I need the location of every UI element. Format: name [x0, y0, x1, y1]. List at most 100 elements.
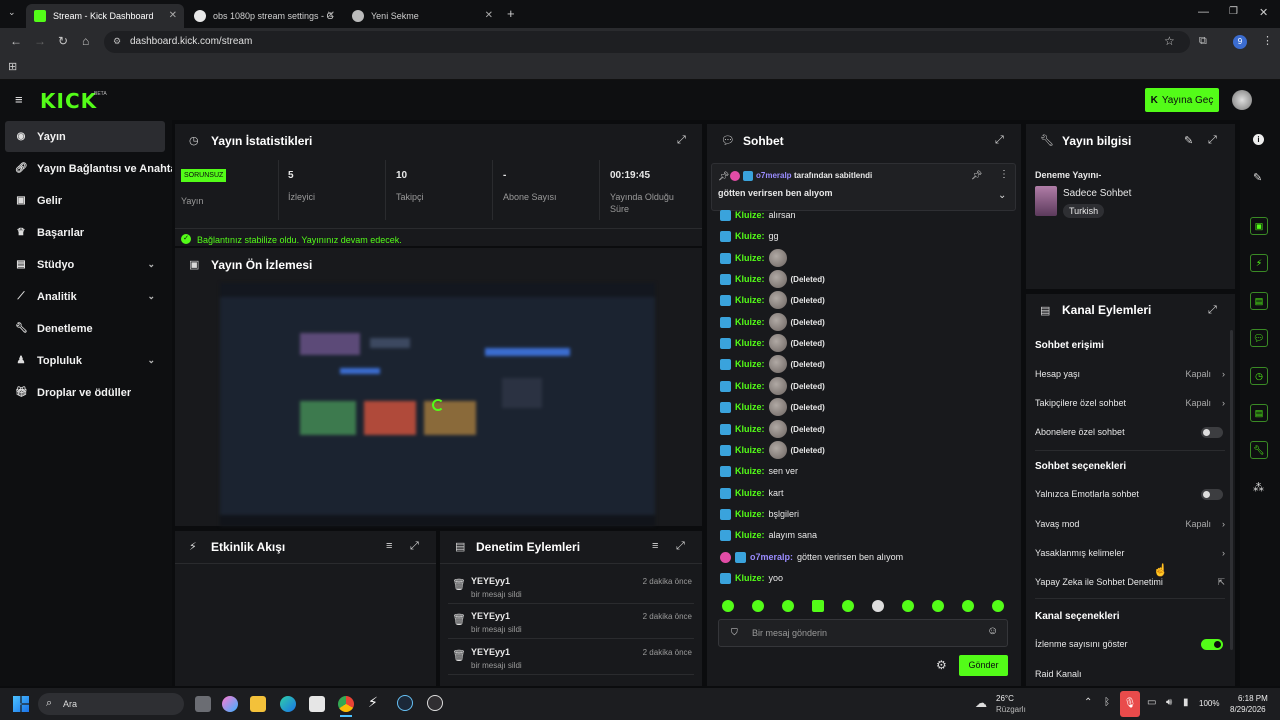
forward-arrow-icon[interactable]: →: [34, 34, 46, 48]
rail-chat-button[interactable]: 💬︎: [1250, 329, 1268, 347]
more-menu-icon[interactable]: ⋮: [999, 169, 1009, 180]
scrollbar[interactable]: [1230, 330, 1233, 650]
chat-message[interactable]: Kluize: (Deleted): [720, 420, 825, 438]
chat-message[interactable]: Kluize: (Deleted): [720, 398, 825, 416]
sidebar-item-community[interactable]: ♟ Topluluk ⌄: [5, 345, 165, 376]
kick-app-icon[interactable]: ⚡︎: [368, 694, 378, 711]
emote-icon[interactable]: [872, 600, 884, 612]
clock-time[interactable]: 6:18 PM: [1238, 694, 1268, 703]
chat-username[interactable]: Kluize:: [735, 253, 765, 263]
account-age-setting[interactable]: Hesap yaşı Kapalı ›: [1035, 366, 1225, 382]
chat-username[interactable]: Kluize:: [735, 530, 765, 540]
show-views-setting[interactable]: İzlenme sayısını göster: [1035, 636, 1225, 652]
sidebar-item-moderation[interactable]: 🔧︎ Denetleme: [5, 313, 165, 344]
weather-icon[interactable]: ☁: [975, 696, 987, 710]
kick-logo[interactable]: KICK: [40, 89, 97, 113]
chat-message[interactable]: Kluize: yoo: [720, 569, 783, 587]
emote-icon[interactable]: [932, 600, 944, 612]
taskbar-search[interactable]: ⌕ Ara: [38, 693, 184, 715]
clock-date[interactable]: 8/29/2026: [1230, 705, 1266, 714]
bluetooth-icon[interactable]: ᛒ: [1104, 697, 1110, 708]
network-icon[interactable]: ▭: [1147, 697, 1156, 708]
emote-icon[interactable]: [842, 600, 854, 612]
hamburger-menu-icon[interactable]: ≡: [15, 92, 23, 107]
task-view-icon[interactable]: [195, 696, 211, 712]
category-name[interactable]: Sadece Sohbet: [1063, 188, 1131, 199]
bookmark-star-icon[interactable]: ☆: [1164, 34, 1175, 48]
chat-username[interactable]: o7meralp:: [750, 552, 793, 562]
sidebar-item-drops[interactable]: 🎁︎ Droplar ve ödüller: [5, 377, 165, 408]
close-tab-icon[interactable]: ✕: [327, 10, 335, 21]
speaker-icon[interactable]: 🔊︎: [1166, 697, 1172, 708]
chat-username[interactable]: Kluize:: [735, 402, 765, 412]
copilot-icon[interactable]: [222, 696, 238, 712]
subs-only-toggle[interactable]: [1201, 426, 1223, 438]
chat-message[interactable]: o7meralp: götten verirsen ben alıyom: [720, 548, 903, 566]
banned-words-setting[interactable]: Yasaklanmış kelimeler ›: [1035, 545, 1225, 561]
filter-icon[interactable]: ≡: [386, 540, 392, 552]
close-window-icon[interactable]: ✕: [1259, 6, 1268, 19]
sidebar-item-stream[interactable]: ◉ Yayın: [5, 121, 165, 152]
chat-message[interactable]: Kluize: bşlgileri: [720, 505, 799, 523]
rail-info-button[interactable]: 🔧︎: [1250, 441, 1268, 459]
expand-icon[interactable]: ⤢: [1208, 134, 1217, 147]
chat-username[interactable]: Kluize:: [735, 445, 765, 455]
minimize-icon[interactable]: —: [1198, 6, 1209, 18]
back-arrow-icon[interactable]: ←: [10, 34, 22, 48]
close-tab-icon[interactable]: ✕: [485, 10, 493, 21]
slow-mode-setting[interactable]: Yavaş mod Kapalı ›: [1035, 516, 1225, 532]
filter-icon[interactable]: ≡: [652, 540, 658, 552]
sidebar-item-studio[interactable]: ▤ Stüdyo ⌄: [5, 249, 165, 280]
home-icon[interactable]: ⌂: [82, 34, 89, 48]
extensions-icon[interactable]: ⧉: [1199, 35, 1207, 48]
chat-message[interactable]: Kluize: kart: [720, 484, 784, 502]
tab-obs-settings[interactable]: obs 1080p stream settings - G ✕: [186, 4, 342, 28]
user-avatar[interactable]: [1232, 90, 1252, 110]
info-icon[interactable]: i: [1253, 134, 1264, 145]
go-live-button[interactable]: K Yayına Geç: [1145, 88, 1219, 112]
emote-icon[interactable]: [902, 600, 914, 612]
chat-message[interactable]: Kluize: (Deleted): [720, 355, 825, 373]
rail-stats-button[interactable]: ◷: [1250, 367, 1268, 385]
chat-username[interactable]: Kluize:: [735, 381, 765, 391]
microphone-icon[interactable]: 🎙︎: [1120, 691, 1140, 717]
close-tab-icon[interactable]: ✕: [169, 10, 177, 21]
obs-icon[interactable]: [427, 695, 443, 711]
chat-message[interactable]: Kluize: (Deleted): [720, 377, 825, 395]
emoji-icon[interactable]: ☺: [987, 625, 998, 637]
emote-icon[interactable]: [752, 600, 764, 612]
chat-message[interactable]: Kluize: (Deleted): [720, 313, 825, 331]
send-button[interactable]: Gönder: [959, 655, 1008, 676]
chat-username[interactable]: Kluize:: [735, 424, 765, 434]
reload-icon[interactable]: ↻: [58, 34, 68, 48]
widgets-icon[interactable]: ⁂: [1253, 481, 1264, 494]
emote-only-setting[interactable]: Yalnızca Emotlarla sohbet: [1035, 486, 1225, 502]
edit-pencil-icon[interactable]: ✎: [1184, 134, 1193, 147]
apps-grid-icon[interactable]: ⊞: [8, 60, 17, 73]
emote-icon[interactable]: [722, 600, 734, 612]
restore-icon[interactable]: ❐: [1229, 6, 1238, 17]
chat-username[interactable]: Kluize:: [735, 338, 765, 348]
chat-message[interactable]: Kluize: (Deleted): [720, 270, 825, 288]
tab-kick-dashboard[interactable]: Stream - Kick Dashboard ✕: [26, 4, 184, 28]
sidebar-item-stream-key[interactable]: 🔗︎ Yayın Bağlantısı ve Anahtarı: [5, 153, 172, 184]
chat-username[interactable]: Kluize:: [735, 573, 765, 583]
chat-message[interactable]: Kluize:: [720, 249, 791, 267]
chat-username[interactable]: Kluize:: [735, 509, 765, 519]
unpin-icon[interactable]: 📌︎: [971, 170, 982, 181]
file-explorer-icon[interactable]: [250, 696, 266, 712]
profile-avatar[interactable]: 9: [1233, 35, 1247, 49]
chat-message[interactable]: Kluize: gg: [720, 227, 779, 245]
subs-only-setting[interactable]: Abonelere özel sohbet: [1035, 424, 1225, 440]
rail-preview-button[interactable]: ▣: [1250, 217, 1268, 235]
chat-username[interactable]: Kluize:: [735, 488, 765, 498]
rail-activity-button[interactable]: ⚡︎: [1250, 254, 1268, 272]
address-bar[interactable]: ⚙ dashboard.kick.com/stream ☆: [104, 31, 1190, 53]
chat-username[interactable]: Kluize:: [735, 274, 765, 284]
store-icon[interactable]: [309, 696, 325, 712]
chat-username[interactable]: Kluize:: [735, 466, 765, 476]
emote-icon[interactable]: [782, 600, 794, 612]
sidebar-item-achievements[interactable]: ♛ Başarılar: [5, 217, 165, 248]
chat-input[interactable]: ⛉ Bir mesaj gönderin ☺: [718, 619, 1008, 647]
chat-message[interactable]: Kluize: sen ver: [720, 462, 798, 480]
